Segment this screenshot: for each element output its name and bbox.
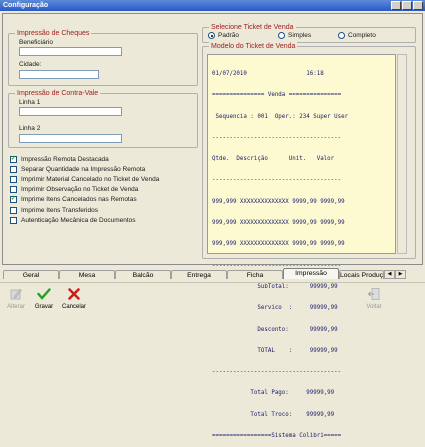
cheques-legend: Impressão de Cheques (15, 29, 92, 38)
voltar-label: Voltar (366, 304, 382, 310)
ticket-model-legend: Modelo do Ticket de Venda (209, 42, 298, 51)
radio-button[interactable] (338, 32, 345, 39)
ticket-scrollbar[interactable] (397, 54, 407, 254)
ticket-line: ------------------------------------- (212, 177, 342, 184)
checkmark-icon (37, 288, 51, 300)
cidade-input[interactable] (19, 70, 99, 79)
cidade-label: Cidade: (19, 61, 42, 68)
ticket-line: Qtde. Descrição Unit. Valor (212, 156, 335, 163)
ticket-select-group: Selecione Ticket de Venda Padrão Simples… (202, 23, 416, 43)
voltar-button[interactable]: Voltar (362, 287, 386, 310)
tab-ficha[interactable]: Ficha (227, 270, 283, 279)
ticket-line: Desconto: 99999,99 (212, 326, 338, 333)
linha2-label: Linha 2 (19, 125, 41, 132)
radio-button[interactable] (208, 32, 215, 39)
checkbox[interactable]: ✓ (10, 155, 17, 163)
tab-impressao[interactable]: Impressão (283, 268, 339, 279)
radio-completo[interactable]: Completo (338, 32, 376, 39)
ticket-preview: 01/07/2010 16:18 =============== Venda =… (207, 54, 396, 439)
window-title: Configuração (3, 2, 49, 9)
tab-scroll-left[interactable]: ◀ (384, 270, 395, 279)
option-label: Imprimir Material Cancelado no Ticket de… (21, 175, 160, 183)
cancelar-button[interactable]: Cancelar (62, 287, 86, 310)
option-label: Autenticação Mecânica de Documentos (21, 216, 136, 224)
checkbox[interactable] (10, 186, 17, 194)
ticket-line: Total Pago: 99999,99 (212, 390, 335, 397)
option-row[interactable]: Imprime Itens Transferidos (10, 205, 159, 215)
tab-mesa[interactable]: Mesa (59, 270, 115, 279)
maximize-button[interactable] (402, 1, 412, 10)
ticket-select-legend: Selecione Ticket de Venda (209, 23, 296, 32)
option-row[interactable]: Imprimir Observação no Ticket de Venda (10, 185, 159, 195)
ticket-line: ------------------------------------- (212, 134, 342, 141)
alterar-button[interactable]: Alterar (4, 287, 28, 310)
ticket-line: Total Troco: 99999,99 (212, 411, 335, 418)
option-label: Imprime Itens Cancelados nas Remotas (21, 196, 137, 204)
checkbox[interactable] (10, 206, 17, 214)
tab-geral[interactable]: Geral (3, 270, 59, 279)
tab-locais-producao[interactable]: Locais Produç (339, 270, 384, 279)
option-row[interactable]: ✓ Imprime Itens Cancelados nas Remotas (10, 195, 159, 205)
linha2-input[interactable] (19, 134, 122, 143)
back-exit-icon (367, 288, 380, 300)
bottom-toolbar: Alterar Gravar Cancelar Voltar (0, 282, 425, 318)
option-label: Separar Quantidade na Impressão Remota (21, 165, 146, 173)
option-label: Impressão Remota Destacada (21, 155, 109, 163)
ticket-line: 999,999 XXXXXXXXXXXXXX 9999,99 9999,99 (212, 198, 345, 205)
gravar-label: Gravar (34, 304, 54, 310)
linha1-label: Linha 1 (19, 99, 41, 106)
tab-entrega[interactable]: Entrega (171, 270, 227, 279)
tab-balcao[interactable]: Balcão (115, 270, 171, 279)
beneficiario-input[interactable] (19, 47, 122, 56)
checkbox[interactable]: ✓ (10, 196, 17, 204)
cancel-x-icon (68, 288, 80, 300)
ticket-line: Sequencia : 001 Oper.: 234 Super User (212, 113, 349, 120)
option-label: Imprimir Observação no Ticket de Venda (21, 186, 139, 194)
checkbox[interactable] (10, 165, 17, 173)
linha1-input[interactable] (19, 107, 122, 116)
option-row[interactable]: ✓ Impressão Remota Destacada (10, 154, 159, 164)
radio-simples[interactable]: Simples (278, 32, 311, 39)
checkbox[interactable] (10, 175, 17, 183)
tab-scroll-right[interactable]: ▶ (395, 270, 406, 279)
edit-icon (10, 288, 22, 300)
radio-label: Padrão (218, 32, 239, 39)
print-options-list: ✓ Impressão Remota Destacada Separar Qua… (10, 154, 159, 225)
alterar-label: Alterar (7, 304, 25, 310)
close-button[interactable] (413, 1, 423, 10)
ticket-line: TOTAL : 99999,99 (212, 347, 338, 354)
contra-vale-group: Impressão de Contra-Vale Linha 1 Linha 2 (8, 89, 198, 148)
ticket-line: =================Sistema Colibri===== (212, 433, 342, 440)
ticket-line: ------------------------------------- (212, 369, 342, 376)
ticket-line: 01/07/2010 16:18 (212, 71, 324, 77)
option-row[interactable]: Separar Quantidade na Impressão Remota (10, 164, 159, 174)
radio-padrao[interactable]: Padrão (208, 32, 239, 39)
cheques-group: Impressão de Cheques Beneficiário Cidade… (8, 29, 198, 86)
ticket-line: 999,999 XXXXXXXXXXXXXX 9999,99 9999,99 (212, 220, 345, 227)
ticket-line: =============== Venda =============== (212, 92, 342, 99)
gravar-button[interactable]: Gravar (32, 287, 56, 310)
radio-button[interactable] (278, 32, 285, 39)
radio-label: Completo (348, 32, 376, 39)
window-controls (391, 1, 423, 10)
ticket-line: 999,999 XXXXXXXXXXXXXX 9999,99 9999,99 (212, 241, 345, 248)
checkbox[interactable] (10, 216, 17, 224)
option-row[interactable]: Autenticação Mecânica de Documentos (10, 215, 159, 225)
cancelar-label: Cancelar (62, 304, 87, 310)
tab-bar: Geral Mesa Balcão Entrega Ficha Impressã… (3, 268, 422, 279)
option-label: Imprime Itens Transferidos (21, 206, 98, 214)
window-titlebar: Configuração (0, 0, 425, 11)
minimize-button[interactable] (391, 1, 401, 10)
contra-vale-legend: Impressão de Contra-Vale (15, 89, 101, 98)
option-row[interactable]: Imprimir Material Cancelado no Ticket de… (10, 174, 159, 184)
radio-label: Simples (288, 32, 312, 39)
beneficiario-label: Beneficiário (19, 39, 53, 46)
